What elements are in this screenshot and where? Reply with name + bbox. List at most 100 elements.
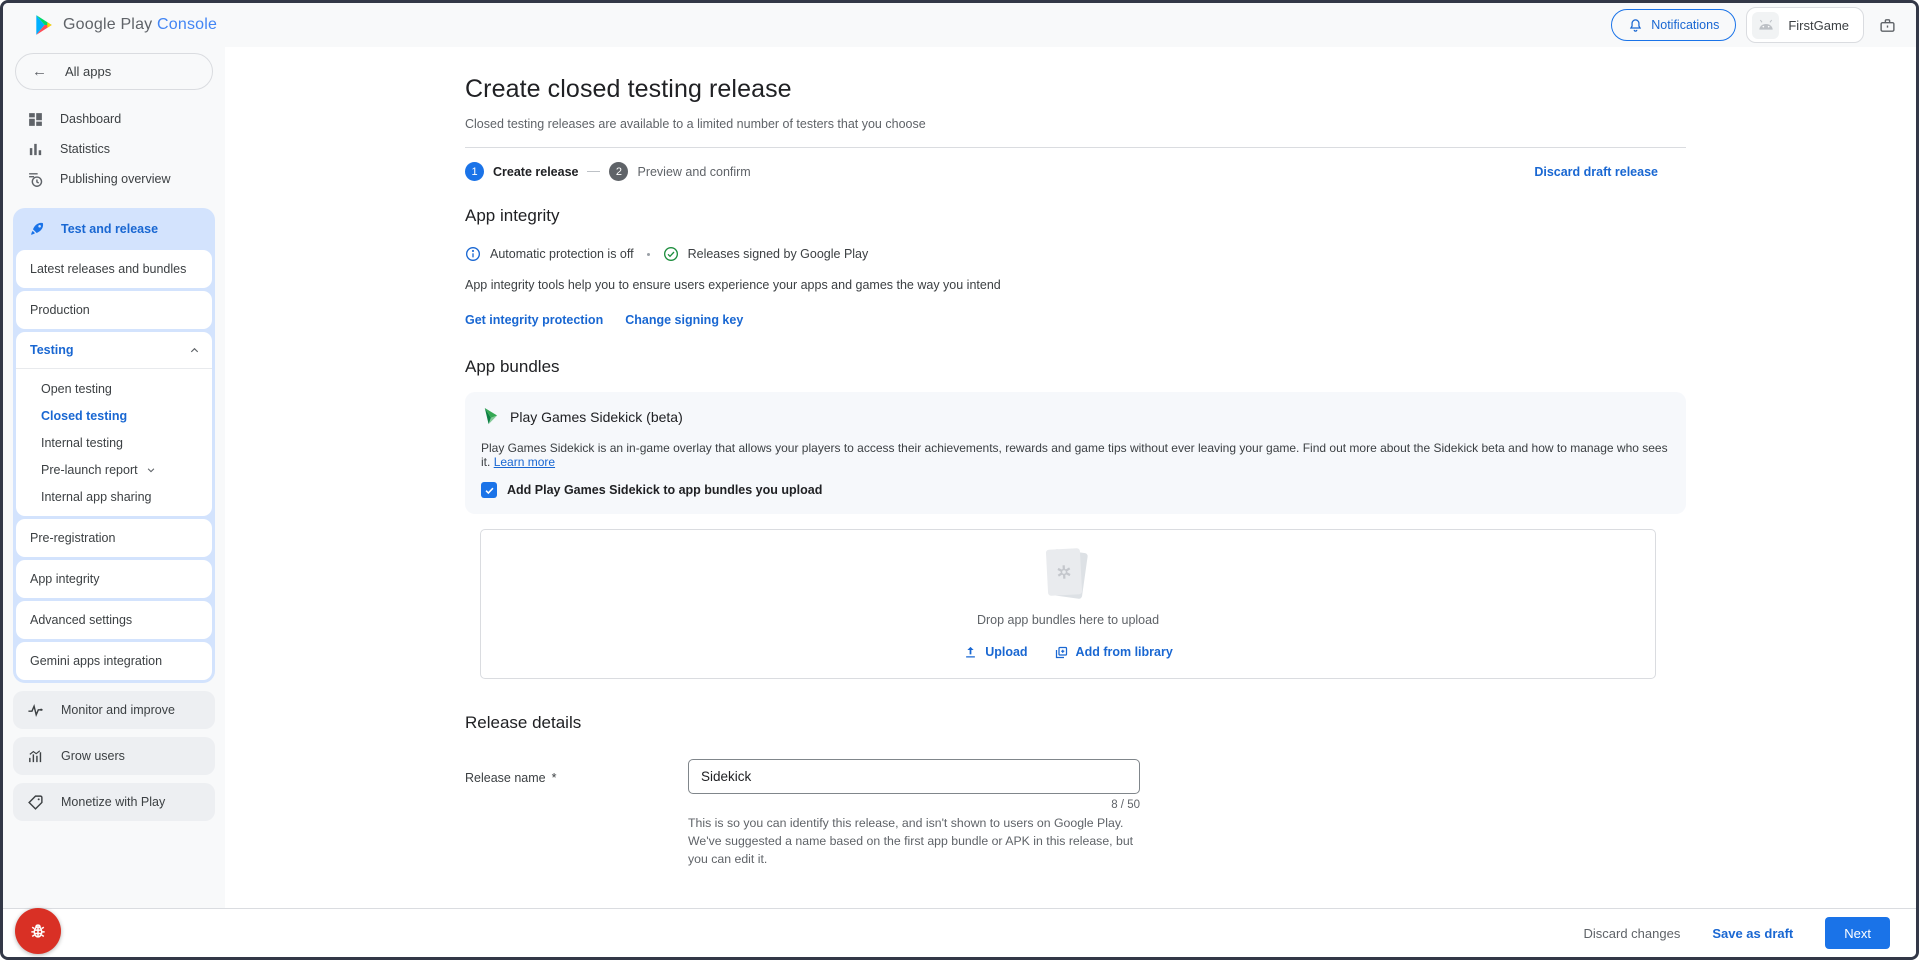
save-as-draft-button[interactable]: Save as draft <box>1712 926 1793 941</box>
upload-button[interactable]: Upload <box>963 645 1027 660</box>
sidebar-item-open-testing[interactable]: Open testing <box>16 375 212 402</box>
bug-icon <box>28 921 48 941</box>
sidebar-item-app-integrity[interactable]: App integrity <box>16 560 212 598</box>
notifications-label: Notifications <box>1651 18 1719 32</box>
next-button[interactable]: Next <box>1825 917 1890 949</box>
page-title: Create closed testing release <box>465 75 1686 104</box>
account-name: FirstGame <box>1788 18 1849 33</box>
all-apps-button[interactable]: ← All apps <box>15 53 213 90</box>
sidebar-item-internal-app-sharing[interactable]: Internal app sharing <box>16 483 212 510</box>
dashboard-grid-icon <box>27 111 44 128</box>
notifications-button[interactable]: Notifications <box>1611 9 1736 41</box>
account-switcher[interactable]: FirstGame <box>1746 7 1864 43</box>
sidebar-item-dashboard[interactable]: Dashboard <box>3 104 225 134</box>
publishing-clock-icon <box>27 171 44 188</box>
sidebar-item-closed-testing[interactable]: Closed testing <box>16 402 212 429</box>
brand-text: Google Play Console <box>63 16 217 34</box>
chevron-up-icon <box>189 345 200 356</box>
get-integrity-protection-link[interactable]: Get integrity protection <box>465 313 603 327</box>
test-and-release-group: Test and release Latest releases and bun… <box>13 208 215 683</box>
sidekick-card: Play Games Sidekick (beta) Play Games Si… <box>465 392 1686 514</box>
sidekick-checkbox-row[interactable]: Add Play Games Sidekick to app bundles y… <box>481 482 1668 498</box>
sidebar-item-statistics[interactable]: Statistics <box>3 134 225 164</box>
app-integrity-heading: App integrity <box>465 206 1686 226</box>
step-preview-confirm: 2 Preview and confirm <box>609 162 750 181</box>
checkbox-checked-icon[interactable] <box>481 482 497 498</box>
briefcase-icon <box>1879 17 1896 34</box>
developer-account-button[interactable] <box>1874 12 1900 38</box>
feedback-bug-button[interactable] <box>15 908 61 954</box>
app-integrity-description: App integrity tools help you to ensure u… <box>465 278 1686 292</box>
release-name-input[interactable] <box>688 759 1140 794</box>
app-default-icon <box>1752 12 1779 39</box>
sidebar-item-gemini-apps-integration[interactable]: Gemini apps integration <box>16 642 212 680</box>
copy-previous-release-link[interactable]: Copy from a previous release <box>688 900 863 908</box>
app-window: Google Play Console Notifications <box>0 0 1919 960</box>
bar-chart-icon <box>27 141 44 158</box>
sidebar-item-pre-launch-report[interactable]: Pre-launch report <box>16 456 212 483</box>
stepper: 1 Create release 2 Preview and confirm D… <box>465 162 1686 181</box>
change-signing-key-link[interactable]: Change signing key <box>625 313 743 327</box>
sidebar-item-label: Statistics <box>60 142 110 156</box>
char-counter: 8 / 50 <box>688 799 1140 811</box>
sidekick-title: Play Games Sidekick (beta) <box>510 409 683 425</box>
add-from-library-button[interactable]: Add from library <box>1054 645 1173 660</box>
signing-status: Releases signed by Google Play <box>688 247 869 261</box>
main-panel: Create closed testing release Closed tes… <box>225 47 1916 908</box>
sidekick-description: Play Games Sidekick is an in-game overla… <box>481 441 1668 469</box>
price-tag-icon <box>27 794 44 811</box>
upload-icon <box>963 645 978 660</box>
sidebar-item-monetize-with-play[interactable]: Monetize with Play <box>13 783 215 821</box>
sidebar-item-advanced-settings[interactable]: Advanced settings <box>16 601 212 639</box>
sidebar-item-testing[interactable]: Testing <box>16 332 212 369</box>
footer-bar: Discard changes Save as draft Next <box>3 908 1916 957</box>
step-2-circle: 2 <box>609 162 628 181</box>
protection-status: Automatic protection is off <box>490 247 634 261</box>
sidebar-item-label: Publishing overview <box>60 172 170 186</box>
check-circle-icon <box>663 246 679 262</box>
play-triangle-icon <box>33 14 55 36</box>
bell-icon <box>1628 18 1643 33</box>
top-bar: Google Play Console Notifications <box>3 3 1916 47</box>
dropzone-text: Drop app bundles here to upload <box>977 613 1159 627</box>
app-bundle-dropzone[interactable]: Drop app bundles here to upload Upload <box>480 529 1656 679</box>
sidebar-item-pre-registration[interactable]: Pre-registration <box>16 519 212 557</box>
all-apps-label: All apps <box>65 64 111 79</box>
sidebar: ← All apps Dashboard Statistics Publishi… <box>3 47 225 908</box>
required-asterisk: * <box>552 771 557 785</box>
android-head-icon <box>1758 19 1774 31</box>
rocket-icon <box>28 220 46 238</box>
sidebar-item-production[interactable]: Production <box>16 291 212 329</box>
sidebar-item-label: Dashboard <box>60 112 121 126</box>
sidebar-item-latest-releases[interactable]: Latest releases and bundles <box>16 250 212 288</box>
step-create-release: 1 Create release <box>465 162 578 181</box>
chevron-down-icon <box>146 465 156 475</box>
pulse-icon <box>27 702 44 719</box>
release-name-helper: This is so you can identify this release… <box>688 815 1140 868</box>
sidebar-item-grow-users[interactable]: Grow users <box>13 737 215 775</box>
release-notes-label: Release notes <box>465 900 688 908</box>
sidekick-checkbox-label: Add Play Games Sidekick to app bundles y… <box>507 483 822 497</box>
discard-changes-button[interactable]: Discard changes <box>1584 926 1681 941</box>
discard-draft-release-link[interactable]: Discard draft release <box>1534 165 1658 179</box>
header-divider <box>465 147 1686 148</box>
learn-more-link[interactable]: Learn more <box>494 455 555 469</box>
back-arrow-icon: ← <box>32 63 47 80</box>
app-bundles-heading: App bundles <box>465 357 1686 377</box>
page-subtitle: Closed testing releases are available to… <box>465 117 1686 131</box>
library-icon <box>1054 645 1069 660</box>
sidebar-item-monitor-and-improve[interactable]: Monitor and improve <box>13 691 215 729</box>
release-name-label: Release name* <box>465 759 688 868</box>
status-separator <box>647 253 650 256</box>
brand-logo[interactable]: Google Play Console <box>33 14 217 36</box>
group-header-label: Test and release <box>61 222 158 236</box>
sidebar-item-internal-testing[interactable]: Internal testing <box>16 429 212 456</box>
file-stack-icon <box>1045 549 1091 601</box>
testing-card: Testing Open testing Closed testing Inte… <box>16 332 212 516</box>
release-details-heading: Release details <box>465 713 1686 733</box>
sidekick-play-icon <box>481 407 500 426</box>
sidebar-item-test-and-release[interactable]: Test and release <box>16 208 212 250</box>
step-1-circle: 1 <box>465 162 484 181</box>
sidebar-item-publishing-overview[interactable]: Publishing overview <box>3 164 225 194</box>
step-connector <box>587 171 600 172</box>
